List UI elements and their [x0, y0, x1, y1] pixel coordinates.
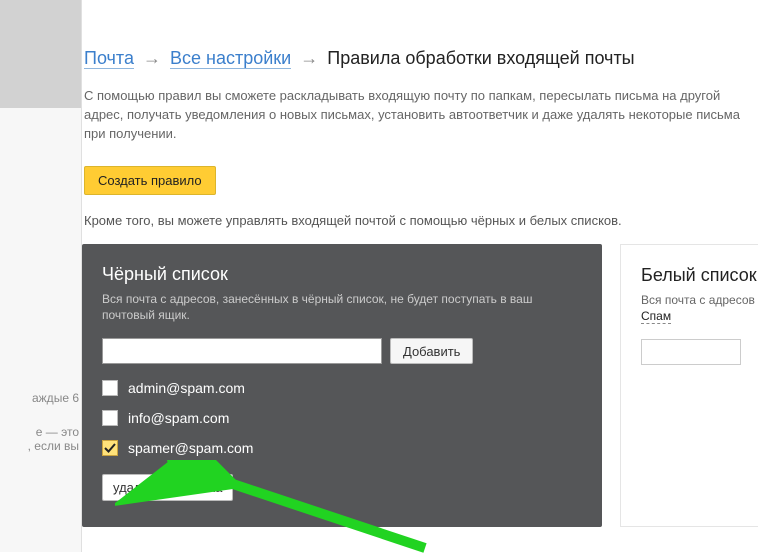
whitelist-description: Вся почта с адресов Спам [641, 292, 758, 326]
blacklist-description: Вся почта с адресов, занесённых в чёрный… [102, 291, 582, 325]
breadcrumb-current: Правила обработки входящей почты [327, 48, 634, 68]
breadcrumb-mail-link[interactable]: Почта [84, 48, 134, 69]
blacklist-item-checkbox[interactable] [102, 380, 118, 396]
blacklist-add-input[interactable] [102, 338, 382, 364]
blacklist-item: spamer@spam.com [102, 440, 582, 456]
breadcrumb: Почта → Все настройки → Правила обработк… [82, 0, 758, 87]
whitelist-add-input[interactable] [641, 339, 741, 365]
page-content: Почта → Все настройки → Правила обработк… [82, 0, 758, 552]
whitelist-title: Белый список [641, 265, 758, 286]
whitelist-panel: Белый список Вся почта с адресов Спам [620, 244, 758, 528]
blacklist-item-email: admin@spam.com [128, 380, 245, 396]
blacklist-item-checkbox[interactable] [102, 440, 118, 456]
whitelist-spam-link[interactable]: Спам [641, 309, 671, 324]
blacklist-remove-button[interactable]: удалить из списка [102, 474, 233, 501]
sidebar-fragment: аждые 6 е — это , если вы [0, 0, 82, 552]
blacklist-title: Чёрный список [102, 264, 582, 285]
create-rule-button[interactable]: Создать правило [84, 166, 216, 195]
blacklist-item: info@spam.com [102, 410, 582, 426]
blacklist-item-email: info@spam.com [128, 410, 229, 426]
blacklist-panel: Чёрный список Вся почта с адресов, занес… [82, 244, 602, 528]
sidebar-text-fragment: аждые 6 [32, 390, 79, 406]
intro-text: С помощью правил вы сможете раскладывать… [82, 87, 742, 162]
sidebar-text-fragment: , если вы [28, 438, 79, 454]
blacklist-item: admin@spam.com [102, 380, 582, 396]
breadcrumb-arrow-icon: → [143, 48, 161, 68]
blacklist-item-email: spamer@spam.com [128, 440, 253, 456]
blacklist-add-button[interactable]: Добавить [390, 338, 473, 364]
breadcrumb-settings-link[interactable]: Все настройки [170, 48, 291, 69]
subintro-text: Кроме того, вы можете управлять входящей… [82, 213, 758, 244]
blacklist-item-checkbox[interactable] [102, 410, 118, 426]
breadcrumb-arrow-icon: → [300, 48, 318, 68]
